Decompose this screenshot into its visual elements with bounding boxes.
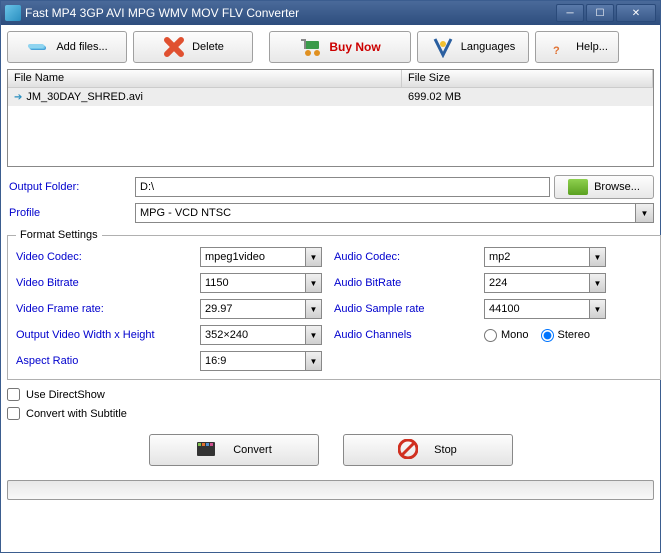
minimize-button[interactable]: ─: [556, 4, 584, 22]
video-bitrate-label: Video Bitrate: [16, 277, 196, 289]
convert-button[interactable]: Convert: [149, 434, 319, 466]
file-list[interactable]: File Name File Size ➔ JM_30DAY_SHRED.avi…: [7, 69, 654, 167]
convert-label: Convert: [233, 444, 272, 456]
audio-channels-radios: Mono Stereo: [484, 329, 652, 342]
audio-channels-label: Audio Channels: [334, 329, 480, 341]
languages-label: Languages: [461, 41, 515, 53]
video-framerate-select[interactable]: 29.97▼: [200, 299, 322, 319]
file-name-text: JM_30DAY_SHRED.avi: [26, 91, 143, 103]
languages-button[interactable]: Languages: [417, 31, 529, 63]
audio-sample-label: Audio Sample rate: [334, 303, 480, 315]
titlebar[interactable]: Fast MP4 3GP AVI MPG WMV MOV FLV Convert…: [1, 1, 660, 25]
progress-bar: [7, 480, 654, 500]
chevron-down-icon: ▼: [635, 204, 653, 222]
folder-icon: [568, 179, 588, 195]
convert-subtitle-checkbox[interactable]: Convert with Subtitle: [7, 407, 654, 420]
column-file-size[interactable]: File Size: [402, 70, 653, 87]
format-settings-grid: Video Codec: mpeg1video▼ Audio Codec: mp…: [16, 247, 652, 371]
chevron-down-icon: ▼: [305, 326, 321, 344]
profile-select[interactable]: MPG - VCD NTSC ▼: [135, 203, 654, 223]
toolbar: Add files... Delete Buy Now Languages ? …: [7, 31, 654, 63]
use-directshow-checkbox[interactable]: Use DirectShow: [7, 388, 654, 401]
output-folder-row: Output Folder: Browse...: [7, 175, 654, 199]
output-folder-label: Output Folder:: [7, 181, 131, 193]
chevron-down-icon: ▼: [305, 352, 321, 370]
video-codec-label: Video Codec:: [16, 251, 196, 263]
chevron-down-icon: ▼: [589, 300, 605, 318]
app-window: Fast MP4 3GP AVI MPG WMV MOV FLV Convert…: [0, 0, 661, 553]
chevron-down-icon: ▼: [305, 300, 321, 318]
video-size-select[interactable]: 352×240▼: [200, 325, 322, 345]
action-row: Convert Stop: [7, 434, 654, 466]
chevron-down-icon: ▼: [589, 274, 605, 292]
aspect-ratio-label: Aspect Ratio: [16, 355, 196, 367]
file-arrow-icon: ➔: [14, 92, 22, 103]
stereo-radio[interactable]: Stereo: [541, 329, 590, 342]
close-button[interactable]: ✕: [616, 4, 656, 22]
video-codec-select[interactable]: mpeg1video▼: [200, 247, 322, 267]
content-area: Add files... Delete Buy Now Languages ? …: [1, 25, 660, 552]
file-name-cell: ➔ JM_30DAY_SHRED.avi: [8, 91, 402, 103]
help-button[interactable]: ? Help...: [535, 31, 619, 63]
video-framerate-label: Video Frame rate:: [16, 303, 196, 315]
maximize-button[interactable]: ☐: [586, 4, 614, 22]
aspect-ratio-select[interactable]: 16:9▼: [200, 351, 322, 371]
svg-text:?: ?: [553, 45, 560, 57]
add-files-icon: [26, 35, 50, 59]
column-file-name[interactable]: File Name: [8, 70, 402, 87]
chevron-down-icon: ▼: [305, 274, 321, 292]
languages-icon: [431, 35, 455, 59]
format-settings-fieldset: Format Settings Video Codec: mpeg1video▼…: [7, 229, 661, 380]
delete-button[interactable]: Delete: [133, 31, 253, 63]
window-controls: ─ ☐ ✕: [556, 4, 656, 22]
buy-now-label: Buy Now: [329, 40, 380, 54]
window-title: Fast MP4 3GP AVI MPG WMV MOV FLV Convert…: [25, 6, 556, 20]
add-files-label: Add files...: [56, 41, 107, 53]
profile-row: Profile MPG - VCD NTSC ▼: [7, 203, 654, 223]
audio-codec-label: Audio Codec:: [334, 251, 480, 263]
file-list-header: File Name File Size: [8, 70, 653, 88]
cart-icon: [299, 35, 323, 59]
profile-value: MPG - VCD NTSC: [140, 207, 231, 219]
checkbox-group: Use DirectShow Convert with Subtitle: [7, 388, 654, 420]
chevron-down-icon: ▼: [589, 248, 605, 266]
audio-sample-select[interactable]: 44100▼: [484, 299, 606, 319]
delete-label: Delete: [192, 41, 224, 53]
mono-radio[interactable]: Mono: [484, 329, 529, 342]
stop-icon: [398, 439, 418, 462]
audio-bitrate-label: Audio BitRate: [334, 277, 480, 289]
output-folder-input[interactable]: [135, 177, 550, 197]
browse-button[interactable]: Browse...: [554, 175, 654, 199]
convert-icon: [195, 439, 217, 462]
buy-now-button[interactable]: Buy Now: [269, 31, 411, 63]
profile-label: Profile: [7, 207, 131, 219]
browse-label: Browse...: [594, 181, 640, 193]
video-size-label: Output Video Width x Height: [16, 329, 196, 341]
stop-label: Stop: [434, 444, 457, 456]
help-icon: ?: [546, 35, 570, 59]
chevron-down-icon: ▼: [305, 248, 321, 266]
file-row[interactable]: ➔ JM_30DAY_SHRED.avi 699.02 MB: [8, 88, 653, 106]
audio-bitrate-select[interactable]: 224▼: [484, 273, 606, 293]
add-files-button[interactable]: Add files...: [7, 31, 127, 63]
stop-button[interactable]: Stop: [343, 434, 513, 466]
app-icon: [5, 5, 21, 21]
help-label: Help...: [576, 41, 608, 53]
format-settings-legend: Format Settings: [16, 229, 102, 241]
audio-codec-select[interactable]: mp2▼: [484, 247, 606, 267]
video-bitrate-select[interactable]: 1150▼: [200, 273, 322, 293]
delete-icon: [162, 35, 186, 59]
file-size-cell: 699.02 MB: [402, 91, 653, 103]
